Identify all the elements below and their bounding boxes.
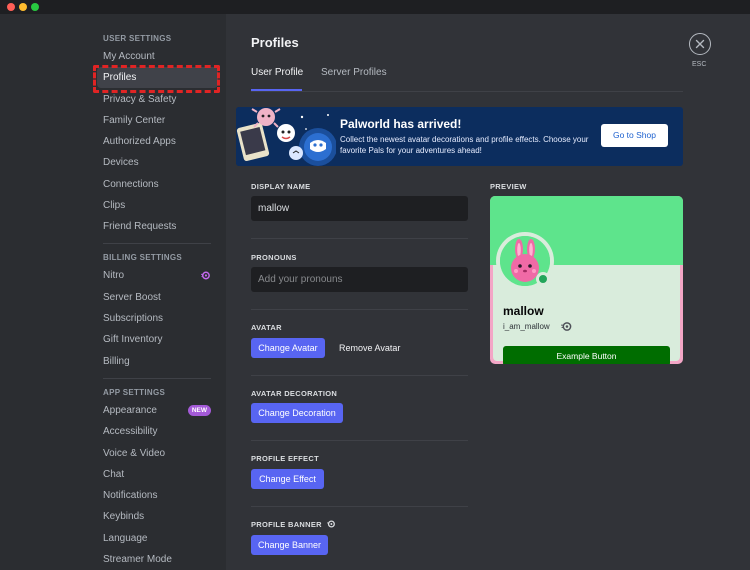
active-tab-indicator <box>251 89 302 91</box>
remove-avatar-button[interactable]: Remove Avatar <box>339 343 400 353</box>
preview-label: PREVIEW <box>490 182 527 191</box>
avatar-label: AVATAR <box>251 323 282 332</box>
settings-sidebar: USER SETTINGS My Account Profiles Privac… <box>0 14 226 570</box>
example-button[interactable]: Example Button <box>503 346 670 364</box>
section-divider <box>251 238 468 239</box>
palworld-pals-illustration <box>236 107 336 166</box>
display-name-label: DISPLAY NAME <box>251 182 310 191</box>
sidebar-item-keybinds[interactable]: Keybinds <box>97 506 218 527</box>
sidebar-item-authorized-apps[interactable]: Authorized Apps <box>97 131 218 152</box>
sidebar-item-profiles[interactable]: Profiles <box>97 67 218 88</box>
new-badge: NEW <box>188 405 211 416</box>
change-avatar-button[interactable]: Change Avatar <box>251 338 325 358</box>
avatar-decoration-label: AVATAR DECORATION <box>251 389 337 398</box>
window-close-button[interactable] <box>7 3 15 11</box>
nitro-icon <box>201 271 210 280</box>
sidebar-divider <box>103 378 211 379</box>
nitro-icon <box>327 520 335 528</box>
sidebar-section-billing-settings: BILLING SETTINGS <box>103 253 182 262</box>
sidebar-item-streamer-mode[interactable]: Streamer Mode <box>97 549 218 570</box>
sidebar-item-accessibility[interactable]: Accessibility <box>97 421 218 442</box>
go-to-shop-button[interactable]: Go to Shop <box>601 124 668 147</box>
page-title: Profiles <box>251 35 299 50</box>
sidebar-item-voice-video[interactable]: Voice & Video <box>97 443 218 464</box>
change-banner-button[interactable]: Change Banner <box>251 535 328 555</box>
profile-banner-label: PROFILE BANNER <box>251 520 335 529</box>
sidebar-section-app-settings: APP SETTINGS <box>103 388 165 397</box>
section-divider <box>251 375 468 376</box>
window-minimize-button[interactable] <box>19 3 27 11</box>
sidebar-item-devices[interactable]: Devices <box>97 152 218 173</box>
sidebar-item-friend-requests[interactable]: Friend Requests <box>97 216 218 237</box>
palworld-promo-banner: Palworld has arrived! Collect the newest… <box>236 107 683 166</box>
sidebar-item-privacy-safety[interactable]: Privacy & Safety <box>97 89 218 110</box>
sidebar-section-user-settings: USER SETTINGS <box>103 34 171 43</box>
sidebar-item-label: Appearance <box>103 405 157 416</box>
sidebar-item-subscriptions[interactable]: Subscriptions <box>97 308 218 329</box>
section-divider <box>251 309 468 310</box>
pronouns-label: PRONOUNS <box>251 253 297 262</box>
esc-label: ESC <box>692 61 706 68</box>
profile-effect-label: PROFILE EFFECT <box>251 454 319 463</box>
sidebar-item-family-center[interactable]: Family Center <box>97 110 218 131</box>
close-icon <box>695 39 705 49</box>
close-settings-button[interactable] <box>689 33 711 55</box>
profile-preview-card: mallow i_am_mallow Example Button <box>490 196 683 364</box>
sidebar-item-my-account[interactable]: My Account <box>97 46 218 67</box>
tab-server-profiles[interactable]: Server Profiles <box>321 67 387 78</box>
preview-username: i_am_mallow <box>503 322 550 331</box>
profile-banner-label-text: PROFILE BANNER <box>251 520 322 529</box>
sidebar-item-chat[interactable]: Chat <box>97 464 218 485</box>
window-titlebar <box>0 0 750 14</box>
sidebar-item-language[interactable]: Language <box>97 528 218 549</box>
change-decoration-button[interactable]: Change Decoration <box>251 403 343 423</box>
sidebar-item-notifications[interactable]: Notifications <box>97 485 218 506</box>
sidebar-item-appearance[interactable]: Appearance NEW <box>97 400 218 421</box>
online-status-indicator <box>536 272 550 286</box>
sidebar-item-server-boost[interactable]: Server Boost <box>97 287 218 308</box>
sidebar-item-nitro[interactable]: Nitro <box>97 265 218 286</box>
pronouns-input[interactable] <box>251 267 468 292</box>
sidebar-item-gift-inventory[interactable]: Gift Inventory <box>97 329 218 350</box>
change-effect-button[interactable]: Change Effect <box>251 469 324 489</box>
preview-display-name: mallow <box>503 304 544 318</box>
tab-user-profile[interactable]: User Profile <box>251 67 303 78</box>
section-divider <box>251 506 468 507</box>
nitro-badge-icon <box>561 321 572 332</box>
section-divider <box>251 440 468 441</box>
sidebar-item-label: Nitro <box>103 270 124 281</box>
profiles-content: Profiles ESC User Profile Server Profile… <box>226 14 750 570</box>
display-name-input[interactable] <box>251 196 468 221</box>
sidebar-item-billing[interactable]: Billing <box>97 351 218 372</box>
sidebar-divider <box>103 243 211 244</box>
sidebar-item-clips[interactable]: Clips <box>97 195 218 216</box>
tabs-divider <box>251 91 683 92</box>
promo-description: Collect the newest avatar decorations an… <box>340 134 595 156</box>
sidebar-item-connections[interactable]: Connections <box>97 174 218 195</box>
promo-title: Palworld has arrived! <box>340 117 461 131</box>
window-zoom-button[interactable] <box>31 3 39 11</box>
